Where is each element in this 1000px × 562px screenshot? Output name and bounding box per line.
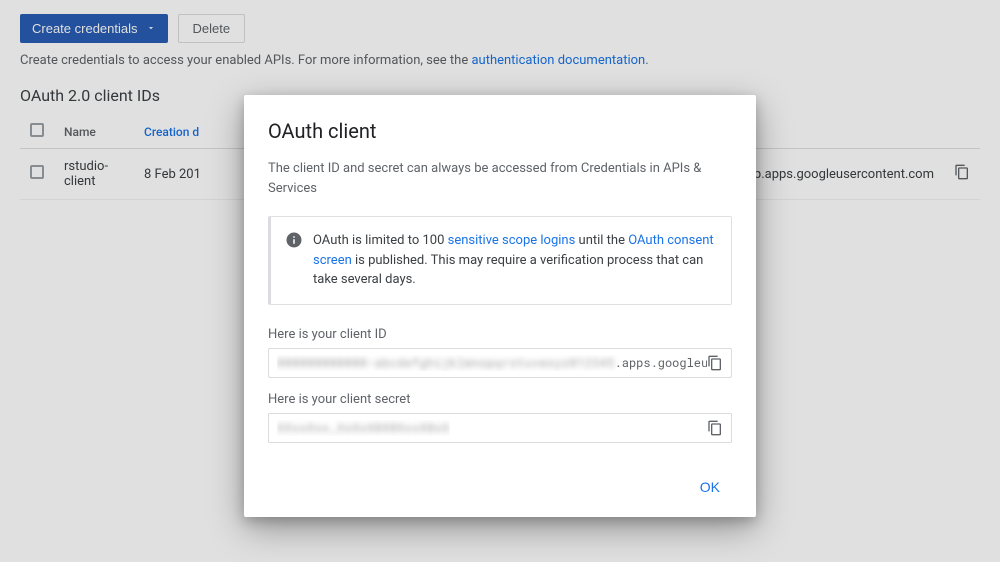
modal-subtitle: The client ID and secret can always be a… [268, 159, 732, 198]
ok-button[interactable]: OK [688, 471, 732, 503]
notice-text: OAuth is limited to 100 sensitive scope … [313, 231, 717, 290]
client-id-label: Here is your client ID [268, 327, 732, 342]
notice-post: is published. This may require a verific… [313, 253, 703, 288]
notice-mid: until the [575, 233, 628, 248]
notice-pre: OAuth is limited to 100 [313, 233, 448, 248]
info-icon [285, 231, 303, 290]
copy-client-secret-icon[interactable] [707, 420, 723, 436]
client-secret-label: Here is your client secret [268, 392, 732, 407]
copy-client-id-icon[interactable] [707, 355, 723, 371]
oauth-client-modal: OAuth client The client ID and secret ca… [244, 95, 756, 517]
client-secret-blurred: XXxxXxx_XxXxX0X0XxxX0xX [277, 420, 450, 436]
client-id-field[interactable]: 000000000000-abcdefghijklmnopqrstuvwxyz0… [268, 348, 732, 378]
client-secret-field[interactable]: XXxxXxx_XxXxX0X0XxxX0xX [268, 413, 732, 443]
client-id-blurred: 000000000000-abcdefghijklmnopqrstuvwxyz0… [277, 355, 615, 371]
modal-title: OAuth client [268, 119, 732, 143]
sensitive-scope-link[interactable]: sensitive scope logins [448, 233, 576, 248]
client-id-clear: .apps.googleusercontent.com [615, 355, 707, 371]
consent-notice: OAuth is limited to 100 sensitive scope … [268, 216, 732, 305]
